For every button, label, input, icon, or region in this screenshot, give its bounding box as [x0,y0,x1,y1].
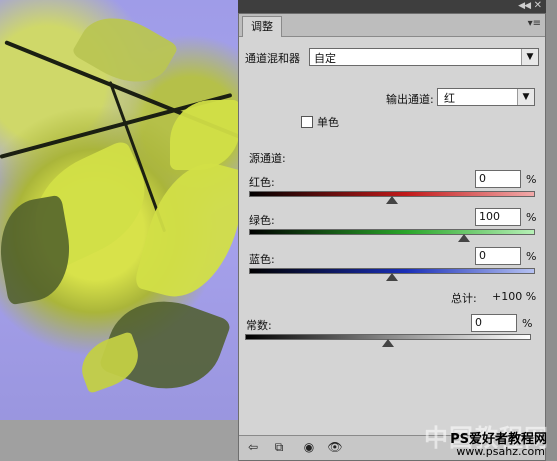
constant-value-field[interactable]: 0 [471,314,517,332]
red-label: 红色: [249,176,275,189]
leaf [71,1,179,99]
monochrome-checkbox[interactable] [301,116,313,128]
total-value: +100 % [492,290,537,303]
clip-layer-icon[interactable]: ⧉ [271,440,287,454]
chevron-down-icon: ▼ [517,89,534,105]
green-slider-thumb[interactable] [458,234,470,242]
source-channels-label: 源通道: [249,152,286,165]
constant-label: 常数: [246,319,272,332]
canvas-bottom [0,420,238,461]
blue-unit: % [526,250,537,263]
green-label: 绿色: [249,214,275,227]
preset-value: 自定 [314,52,336,65]
monochrome-label: 单色 [317,116,339,129]
blue-value-field[interactable]: 0 [475,247,521,265]
back-arrow-icon[interactable]: ⇦ [245,440,261,454]
red-slider-thumb[interactable] [386,196,398,204]
tab-adjustments[interactable]: 调整 [242,16,282,37]
total-label: 总计: [451,292,477,305]
panel-dock-bar: ◀◀ ✕ [238,0,546,13]
red-value-field[interactable]: 0 [475,170,521,188]
green-slider-track[interactable] [249,229,535,235]
constant-unit: % [522,317,533,330]
close-icon[interactable]: ✕ [534,0,542,11]
preset-label: 通道混和器 [245,52,300,65]
panel-tabbar: 调整 ▾≡ [239,14,545,37]
preset-select[interactable]: 自定 ▼ [309,48,539,66]
canvas-photo [0,0,238,420]
leaf [133,151,238,309]
green-unit: % [526,211,537,224]
output-channel-label: 输出通道: [386,93,434,106]
blue-label: 蓝色: [249,253,275,266]
collapse-icon[interactable]: ◀◀ [518,1,531,11]
output-channel-select[interactable]: 红 ▼ [437,88,535,106]
green-value-field[interactable]: 100 [475,208,521,226]
blue-slider-thumb[interactable] [386,273,398,281]
red-unit: % [526,173,537,186]
output-channel-value: 红 [444,92,455,105]
watermark-url: www.psahz.com [456,445,545,458]
chevron-down-icon: ▼ [521,49,538,65]
constant-slider-thumb[interactable] [382,339,394,347]
mask-icon[interactable]: ◉ [301,440,317,454]
adjustments-panel: 调整 ▾≡ 通道混和器 自定 ▼ 输出通道: 红 ▼ 单色 源通道: 红色: 0… [238,13,546,461]
panel-menu-icon[interactable]: ▾≡ [528,18,541,29]
eye-icon[interactable]: 👁 [327,440,343,454]
